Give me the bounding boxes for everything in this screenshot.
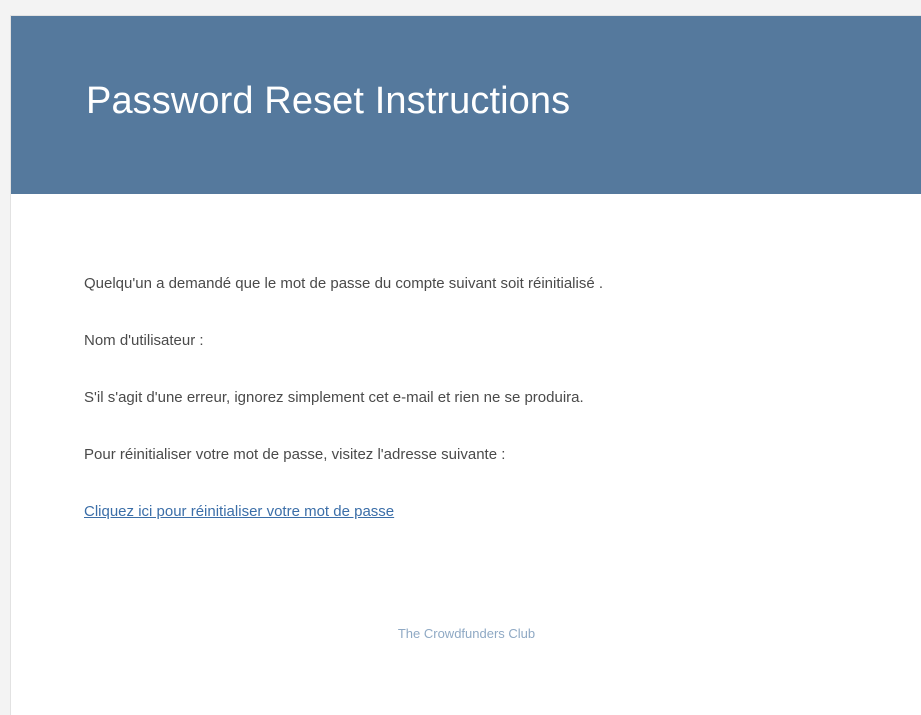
email-card: Password Reset Instructions Quelqu'un a … — [10, 15, 921, 715]
error-notice-text: S'il s'agit d'une erreur, ignorez simple… — [84, 389, 584, 406]
intro-text: Quelqu'un a demandé que le mot de passe … — [84, 275, 604, 292]
email-title: Password Reset Instructions — [86, 80, 571, 122]
email-header: Password Reset Instructions — [11, 16, 921, 194]
username-row: Nom d'utilisateur : — [84, 331, 884, 351]
reset-password-link[interactable]: Cliquez ici pour réinitialiser votre mot… — [84, 503, 394, 520]
email-body: Quelqu'un a demandé que le mot de passe … — [84, 274, 884, 522]
redacted-username — [209, 334, 370, 349]
username-label: Nom d'utilisateur : — [84, 332, 204, 349]
reset-link-row: Cliquez ici pour réinitialiser votre mot… — [84, 502, 884, 522]
visit-instruction-text: Pour réinitialiser votre mot de passe, v… — [84, 446, 506, 463]
footer-brand: The Crowdfunders Club — [397, 626, 536, 641]
